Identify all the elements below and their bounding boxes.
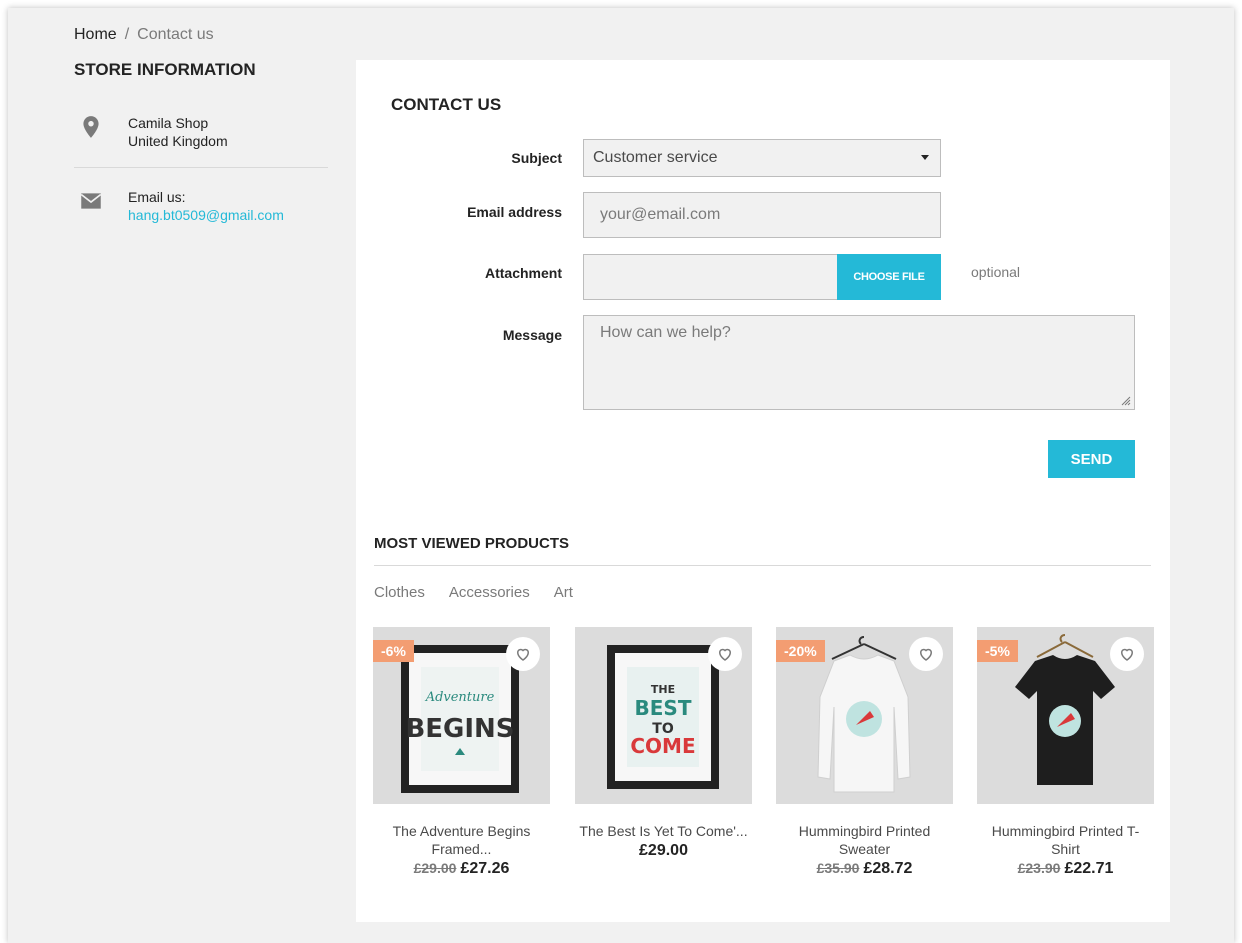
subject-label: Subject xyxy=(511,150,562,166)
email-placeholder: your@email.com xyxy=(600,206,721,223)
divider xyxy=(374,565,1151,566)
heart-icon xyxy=(718,648,732,661)
product-card[interactable]: -5% Hummingbird Printed T-Shirt £23.90 £2… xyxy=(977,627,1154,878)
message-placeholder: How can we help? xyxy=(600,324,731,341)
send-button[interactable]: SEND xyxy=(1048,440,1135,478)
page-frame: Home / Contact us STORE INFORMATION Cami… xyxy=(8,8,1234,943)
shop-name: Camila Shop xyxy=(128,115,209,131)
discount-badge: -20% xyxy=(776,640,825,662)
attachment-label: Attachment xyxy=(484,265,562,281)
old-price: £23.90 xyxy=(1017,860,1061,876)
heart-icon xyxy=(1120,648,1134,661)
breadcrumb-home-link[interactable]: Home xyxy=(74,26,117,44)
store-address-block: Camila Shop United Kingdom xyxy=(74,110,328,168)
product-price: £29.00 £27.26 xyxy=(373,860,550,878)
product-image[interactable]: THE BEST TO COME xyxy=(575,627,752,804)
discount-badge: -6% xyxy=(373,640,414,662)
breadcrumb-separator: / xyxy=(124,26,130,43)
most-viewed-title: MOST VIEWED PRODUCTS xyxy=(374,535,570,552)
product-name[interactable]: The Adventure Begins Framed... xyxy=(373,822,550,858)
tab-clothes[interactable]: Clothes xyxy=(374,584,425,601)
product-price: £29.00 xyxy=(575,842,752,860)
current-price: £27.26 xyxy=(460,860,510,877)
store-address-text: Camila Shop United Kingdom xyxy=(128,114,228,150)
message-textarea[interactable]: How can we help? xyxy=(583,315,1135,410)
product-image[interactable]: -20% xyxy=(776,627,953,804)
svg-text:COME: COME xyxy=(630,734,695,758)
product-image[interactable]: Adventure BEGINS -6% xyxy=(373,627,550,804)
store-email-text: Email us: hang.bt0509@gmail.com xyxy=(128,188,284,224)
email-field[interactable]: your@email.com xyxy=(583,192,941,238)
old-price: £29.00 xyxy=(413,860,457,876)
product-price: £23.90 £22.71 xyxy=(977,860,1154,878)
contact-panel: CONTACT US Subject Customer service Emai… xyxy=(356,60,1170,922)
chevron-down-icon xyxy=(921,155,929,160)
wishlist-button[interactable] xyxy=(506,637,540,671)
optional-label: optional xyxy=(971,264,1021,280)
attachment-field[interactable]: CHOOSE FILE xyxy=(583,254,941,300)
product-card[interactable]: -20% Hummingbird Printed Sweater £35.90 £… xyxy=(776,627,953,878)
current-price: £29.00 xyxy=(639,842,688,859)
wishlist-button[interactable] xyxy=(708,637,742,671)
current-price: £28.72 xyxy=(863,860,913,877)
category-tabs: Clothes Accessories Art xyxy=(374,584,573,601)
store-information-title: STORE INFORMATION xyxy=(74,60,256,79)
email-address-label: Email address xyxy=(467,204,562,220)
product-name[interactable]: Hummingbird Printed T-Shirt xyxy=(977,822,1154,858)
tab-art[interactable]: Art xyxy=(554,584,573,601)
wishlist-button[interactable] xyxy=(909,637,943,671)
old-price: £35.90 xyxy=(816,860,860,876)
heart-icon xyxy=(516,648,530,661)
product-card[interactable]: Adventure BEGINS -6% The Adventure Begin… xyxy=(373,627,550,878)
envelope-icon xyxy=(80,193,102,209)
product-card[interactable]: THE BEST TO COME The Best Is Yet To Come… xyxy=(575,627,752,860)
subject-select[interactable]: Customer service xyxy=(583,139,941,177)
message-label: Message xyxy=(502,327,562,343)
subject-value: Customer service xyxy=(593,149,718,166)
contact-title: CONTACT US xyxy=(391,95,502,114)
svg-text:BEGINS: BEGINS xyxy=(405,714,514,744)
resize-grip-icon[interactable] xyxy=(1121,396,1131,406)
product-image[interactable]: -5% xyxy=(977,627,1154,804)
product-name[interactable]: Hummingbird Printed Sweater xyxy=(776,822,953,858)
store-email-link[interactable]: hang.bt0509@gmail.com xyxy=(128,206,284,224)
current-price: £22.71 xyxy=(1064,860,1114,877)
discount-badge: -5% xyxy=(977,640,1018,662)
map-marker-icon xyxy=(83,116,99,138)
breadcrumb-current: Contact us xyxy=(137,26,214,43)
wishlist-button[interactable] xyxy=(1110,637,1144,671)
tab-accessories[interactable]: Accessories xyxy=(449,584,530,601)
product-name[interactable]: The Best Is Yet To Come'... xyxy=(575,822,752,840)
breadcrumb: Home / Contact us xyxy=(74,26,214,44)
svg-text:BEST: BEST xyxy=(635,696,692,720)
svg-text:Adventure: Adventure xyxy=(425,690,495,705)
choose-file-button[interactable]: CHOOSE FILE xyxy=(837,254,941,300)
svg-text:THE: THE xyxy=(651,683,675,696)
email-label: Email us: xyxy=(128,189,186,205)
shop-country: United Kingdom xyxy=(128,133,228,149)
product-price: £35.90 £28.72 xyxy=(776,860,953,878)
heart-icon xyxy=(919,648,933,661)
